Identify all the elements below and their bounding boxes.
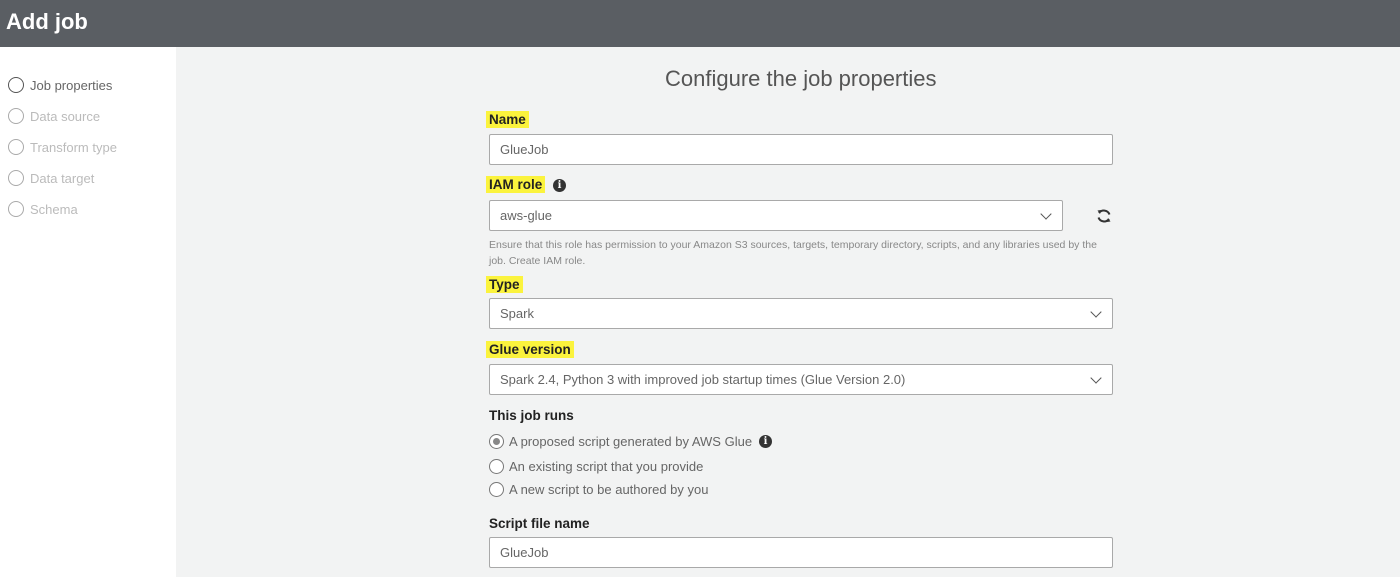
- step-data-source: Data source: [8, 106, 100, 126]
- page-header: Add job: [0, 0, 1400, 47]
- radio-button[interactable]: [489, 459, 504, 474]
- wizard-steps-sidebar: Job properties Data source Transform typ…: [0, 47, 176, 577]
- glue-version-select[interactable]: Spark 2.4, Python 3 with improved job st…: [489, 364, 1113, 395]
- radio-proposed-script[interactable]: A proposed script generated by AWS Glue …: [489, 434, 773, 449]
- radio-label: A new script to be authored by you: [509, 482, 709, 497]
- step-job-properties[interactable]: Job properties: [8, 75, 112, 95]
- step-transform-type: Transform type: [8, 137, 117, 157]
- radio-existing-script[interactable]: An existing script that you provide: [489, 459, 703, 474]
- step-circle-icon: [8, 77, 24, 93]
- step-label: Schema: [30, 201, 78, 217]
- chevron-down-icon: [1090, 372, 1102, 384]
- step-circle-icon: [8, 201, 24, 217]
- iam-role-help-text: Ensure that this role has permission to …: [489, 239, 1097, 267]
- iam-role-value: aws-glue: [500, 208, 553, 223]
- step-schema: Schema: [8, 199, 78, 219]
- page-title: Configure the job properties: [665, 66, 937, 91]
- type-label: Type: [486, 276, 523, 293]
- step-circle-icon: [8, 170, 24, 186]
- radio-label: A proposed script generated by AWS Glue: [509, 434, 753, 449]
- info-icon[interactable]: i: [553, 178, 567, 192]
- step-circle-icon: [8, 139, 24, 155]
- iam-role-select[interactable]: aws-glue: [489, 200, 1063, 231]
- step-circle-icon: [8, 108, 24, 124]
- chevron-down-icon: [1040, 208, 1052, 220]
- glue-version-value: Spark 2.4, Python 3 with improved job st…: [500, 372, 906, 387]
- radio-button[interactable]: [489, 434, 504, 449]
- job-runs-label: This job runs: [489, 408, 574, 423]
- script-file-name-label: Script file name: [489, 516, 590, 531]
- info-icon[interactable]: i: [759, 435, 773, 448]
- page-header-title: Add job: [6, 9, 88, 34]
- refresh-icon[interactable]: [1096, 208, 1112, 224]
- iam-role-label: IAM role i: [486, 176, 567, 193]
- radio-button[interactable]: [489, 482, 504, 497]
- step-label: Transform type: [30, 139, 117, 155]
- radio-new-script[interactable]: A new script to be authored by you: [489, 482, 708, 497]
- script-file-name-input[interactable]: GlueJob: [489, 537, 1113, 568]
- radio-label: An existing script that you provide: [509, 459, 704, 474]
- type-select[interactable]: Spark: [489, 298, 1113, 329]
- step-label: Job properties: [30, 77, 113, 93]
- step-data-target: Data target: [8, 168, 94, 188]
- chevron-down-icon: [1090, 306, 1102, 318]
- glue-version-label: Glue version: [486, 341, 574, 358]
- type-value: Spark: [500, 306, 534, 321]
- step-label: Data source: [30, 108, 101, 124]
- step-label: Data target: [30, 170, 95, 186]
- name-label: Name: [486, 111, 529, 128]
- name-input[interactable]: GlueJob: [489, 134, 1113, 165]
